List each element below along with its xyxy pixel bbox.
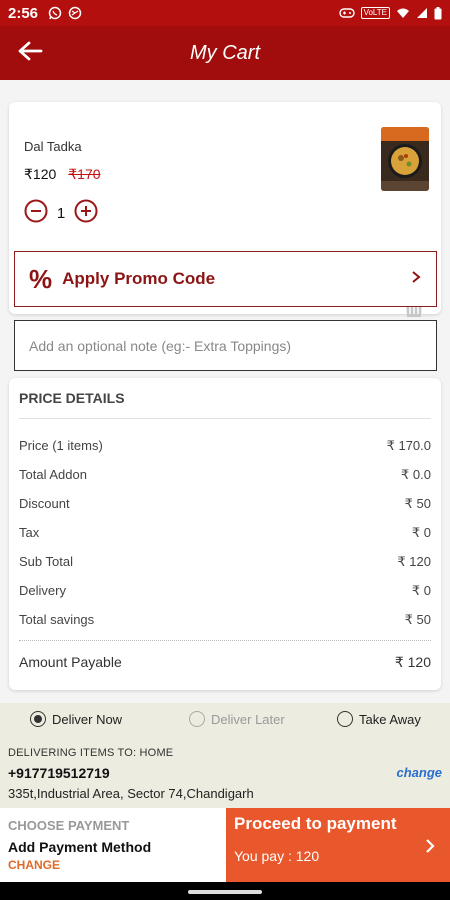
choose-payment-title: CHOOSE PAYMENT xyxy=(8,818,130,833)
deliver-now-label: Deliver Now xyxy=(52,711,123,727)
radio-selected-icon xyxy=(30,711,46,727)
item-original-price: ₹170 xyxy=(68,166,101,182)
savings-row-label: Total savings xyxy=(19,612,95,627)
chevron-right-icon xyxy=(410,270,422,289)
system-nav-bar xyxy=(0,882,450,900)
cart-content: Dal Tadka ₹120 ₹170 1 % Apply Promo Code… xyxy=(0,80,450,703)
order-note-input[interactable] xyxy=(29,337,422,354)
page-title: My Cart xyxy=(190,41,260,64)
change-address-link[interactable]: change xyxy=(396,765,442,780)
radio-unselected-icon xyxy=(189,711,205,727)
item-image xyxy=(381,127,429,191)
radio-unselected-icon xyxy=(337,711,353,727)
status-time: 2:56 xyxy=(8,4,39,22)
savings-row-value: ₹ 50 xyxy=(404,611,431,627)
discount-row-value: ₹ 50 xyxy=(404,495,431,511)
take-away-label: Take Away xyxy=(359,711,421,727)
price-details-card: PRICE DETAILS Price (1 items) ₹ 170.0 To… xyxy=(9,378,441,690)
proceed-label: Proceed to payment xyxy=(234,814,397,833)
promo-label: Apply Promo Code xyxy=(62,269,216,288)
tax-row-value: ₹ 0 xyxy=(411,524,431,540)
amount-payable-row: Amount Payable ₹ 120 xyxy=(19,654,431,671)
price-row-value: ₹ 170.0 xyxy=(386,437,431,453)
quantity-stepper: 1 xyxy=(24,199,98,228)
savings-row: Total savings ₹ 50 xyxy=(19,605,431,634)
gamepad-icon xyxy=(338,7,355,19)
addon-row-value: ₹ 0.0 xyxy=(401,466,431,482)
delivery-options: Deliver Now Deliver Later Take Away xyxy=(0,711,450,735)
delivery-address: 335t,Industrial Area, Sector 74,Chandiga… xyxy=(8,786,254,801)
price-row: Price (1 items) ₹ 170.0 xyxy=(19,431,431,460)
apply-promo-button[interactable]: % Apply Promo Code xyxy=(14,251,437,307)
discount-row: Discount ₹ 50 xyxy=(19,489,431,518)
item-price-row: ₹120 ₹170 xyxy=(24,166,101,183)
addon-row: Total Addon ₹ 0.0 xyxy=(19,460,431,489)
app-bar: My Cart xyxy=(0,26,450,80)
payment-bar: CHOOSE PAYMENT Add Payment Method CHANGE… xyxy=(0,808,450,882)
delivery-section: Deliver Now Deliver Later Take Away DELI… xyxy=(0,703,450,808)
choose-payment-panel[interactable]: CHOOSE PAYMENT Add Payment Method CHANGE xyxy=(0,808,226,882)
quantity-value: 1 xyxy=(56,205,66,222)
wifi-icon xyxy=(396,7,410,19)
item-name: Dal Tadka xyxy=(24,139,82,154)
delivery-phone: +917719512719 xyxy=(8,765,110,781)
note-field-box xyxy=(14,320,437,371)
amount-payable-label: Amount Payable xyxy=(19,654,122,670)
addon-row-label: Total Addon xyxy=(19,467,87,482)
battery-icon xyxy=(434,6,442,20)
discount-row-label: Discount xyxy=(19,496,70,511)
percent-icon: % xyxy=(29,263,53,294)
amount-payable-value: ₹ 120 xyxy=(394,654,431,670)
tax-row-label: Tax xyxy=(19,525,40,540)
radio-deliver-later[interactable]: Deliver Later xyxy=(189,711,285,727)
proceed-to-payment-button[interactable]: Proceed to payment You pay : 120 xyxy=(226,808,450,882)
delivery-row-value: ₹ 0 xyxy=(411,582,431,598)
item-price: ₹120 xyxy=(24,166,57,182)
price-details-title: PRICE DETAILS xyxy=(19,390,125,406)
subtotal-row-label: Sub Total xyxy=(19,554,73,569)
delivering-to-label: DELIVERING ITEMS TO: HOME xyxy=(8,747,174,759)
home-gesture-handle[interactable] xyxy=(188,890,262,894)
arrow-left-icon xyxy=(17,40,43,67)
delivery-row: Delivery ₹ 0 xyxy=(19,576,431,605)
deliver-later-label: Deliver Later xyxy=(211,711,285,727)
volte-badge: VoLTE xyxy=(360,7,390,19)
dotted-divider xyxy=(19,640,431,641)
back-button[interactable] xyxy=(0,26,60,80)
status-bar: 2:56 VoLTE xyxy=(0,0,450,26)
you-pay-label: You pay : 120 xyxy=(234,848,320,864)
subtotal-row: Sub Total ₹ 120 xyxy=(19,547,431,576)
signal-icon xyxy=(416,7,428,19)
chevron-right-icon xyxy=(424,838,436,859)
subtotal-row-value: ₹ 120 xyxy=(397,553,431,569)
price-row-label: Price (1 items) xyxy=(19,438,103,453)
tax-row: Tax ₹ 0 xyxy=(19,518,431,547)
payment-method-label: Add Payment Method xyxy=(8,839,152,855)
app-notification-icon xyxy=(68,6,82,20)
minus-circle-icon[interactable] xyxy=(24,199,48,228)
plus-circle-icon[interactable] xyxy=(74,199,98,228)
delivery-row-label: Delivery xyxy=(19,583,66,598)
radio-deliver-now[interactable]: Deliver Now xyxy=(30,711,122,727)
radio-take-away[interactable]: Take Away xyxy=(337,711,421,727)
change-payment-link[interactable]: CHANGE xyxy=(8,858,218,872)
price-details-list: Price (1 items) ₹ 170.0 Total Addon ₹ 0.… xyxy=(19,431,431,634)
whatsapp-icon xyxy=(48,6,62,20)
divider xyxy=(19,418,431,419)
